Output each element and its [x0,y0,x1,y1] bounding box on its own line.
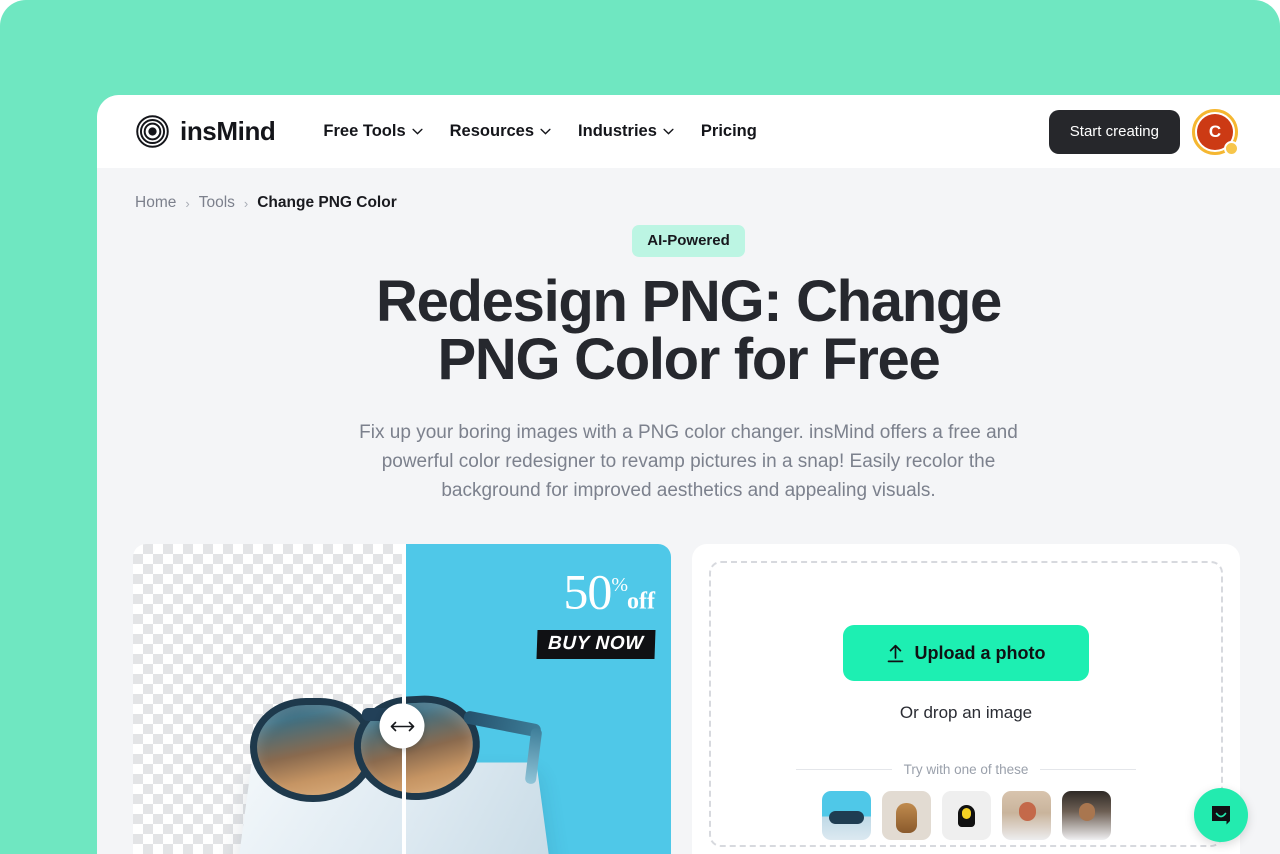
comparison-after-cyan: 50%off BUY NOW [402,544,671,854]
nav-item-free-tools[interactable]: Free Tools [323,122,423,141]
chevron-down-icon [540,128,551,135]
breadcrumb-separator: › [185,195,190,211]
chevron-down-icon [663,128,674,135]
divider-rule-right [1040,769,1136,770]
try-samples-label: Try with one of these [903,762,1029,777]
promo-overlay: 50%off BUY NOW [536,562,656,659]
lightbulb-icon [957,804,975,827]
breadcrumb-item-current: Change PNG Color [257,194,397,211]
nav-label: Resources [449,122,535,140]
content-row: 50%off BUY NOW Upload a photo Or drop an… [97,505,1280,854]
promo-number: 50 [563,563,612,620]
header-actions: Start creating C [1048,108,1280,156]
sample-thumbnail-man[interactable] [1061,791,1111,840]
user-avatar[interactable]: C [1192,108,1239,156]
sample-thumbnails [821,791,1111,840]
chat-face-icon [1212,806,1230,825]
start-creating-button[interactable]: Start creating [1048,109,1180,154]
sample-thumbnail-woman[interactable] [1001,791,1051,840]
page-title-line-1: Redesign PNG: Change [376,269,1002,334]
site-header: insMind Free Tools Resources Industries [97,95,1280,168]
page-title: Redesign PNG: Change PNG Color for Free [97,273,1280,389]
nav-item-industries[interactable]: Industries [578,122,674,141]
site-panel: insMind Free Tools Resources Industries [97,95,1280,854]
comparison-divider-line [402,544,406,854]
breadcrumb-item-home[interactable]: Home [135,194,176,212]
insmind-concentric-logo [136,115,169,148]
promo-discount: 50%off [537,562,655,625]
nav-item-pricing[interactable]: Pricing [701,122,757,141]
drop-image-text: Or drop an image [899,703,1033,722]
divider-rule-left [796,769,892,770]
breadcrumb-separator: › [243,195,249,211]
sample-thumbnail-insmind-logo[interactable] [941,791,991,840]
brand-logo-link[interactable]: insMind [136,115,276,148]
nav-label: Industries [578,122,657,140]
main-nav: Free Tools Resources Industries Pricing [323,122,756,141]
comparison-before-transparent [133,544,402,854]
avatar-badge-icon [1224,140,1239,156]
promo-off: off [627,588,655,615]
nav-label: Free Tools [323,122,406,140]
hero-section: AI-Powered Redesign PNG: Change PNG Colo… [97,212,1280,505]
upload-button-label: Upload a photo [914,642,1046,663]
sample-thumbnail-dog[interactable] [881,791,931,840]
dropzone[interactable]: Upload a photo Or drop an image Try with… [709,561,1223,847]
promo-percent: % [611,574,628,596]
comparison-slider-handle[interactable] [379,703,425,749]
upload-photo-button[interactable]: Upload a photo [843,625,1089,681]
left-right-arrow-icon [390,721,414,731]
nav-label: Pricing [700,122,757,140]
chevron-down-icon [412,128,423,135]
breadcrumb-item-tools[interactable]: Tools [199,194,235,212]
page-title-line-2: PNG Color for Free [437,327,941,392]
ai-powered-badge: AI-Powered [632,225,745,257]
chat-widget-button[interactable] [1194,788,1248,842]
upload-card: Upload a photo Or drop an image Try with… [692,544,1240,854]
upload-arrow-icon [887,644,903,662]
breadcrumb: Home › Tools › Change PNG Color [97,168,1280,212]
brand-name: insMind [180,116,276,146]
try-samples-divider: Try with one of these [796,762,1136,777]
nav-item-resources[interactable]: Resources [450,122,551,141]
promo-buy-now-badge: BUY NOW [536,629,656,659]
before-after-comparison[interactable]: 50%off BUY NOW [133,544,671,854]
page-subtitle: Fix up your boring images with a PNG col… [359,422,1018,501]
sample-thumbnail-sunglasses[interactable] [821,791,871,840]
